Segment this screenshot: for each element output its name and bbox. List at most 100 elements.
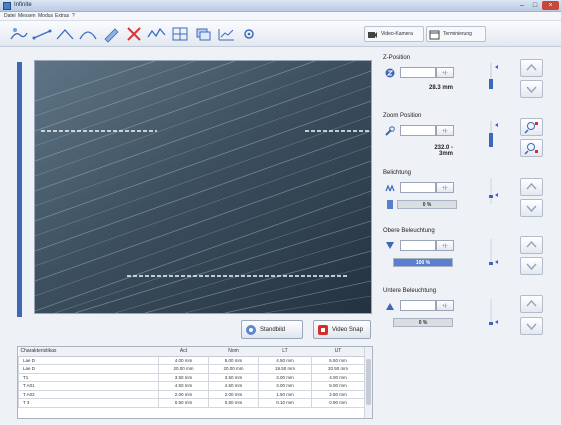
table-cell: 0.90 mm: [311, 398, 365, 408]
edit-tool-icon[interactable]: [100, 25, 122, 43]
tab-terminierung[interactable]: Terminierung: [426, 26, 486, 42]
table-scrollbar[interactable]: [364, 347, 372, 418]
z-position-title: Z-Position: [383, 55, 411, 61]
exposure-icon: [385, 184, 395, 192]
video-snap-button[interactable]: Video Snap: [313, 320, 371, 339]
title-bar[interactable]: Infinite – □ ×: [0, 0, 561, 12]
column-header[interactable]: Charakteristikas: [18, 347, 159, 357]
column-header[interactable]: Nom: [208, 347, 259, 357]
upper-light-down-button[interactable]: [520, 257, 543, 275]
lower-light-up-button[interactable]: [520, 295, 543, 313]
measure-arc-icon[interactable]: [77, 25, 99, 43]
z-up-button[interactable]: [520, 59, 543, 77]
video-snap-label: Video Snap: [332, 327, 363, 333]
table-cell: 4.00 mm: [158, 355, 209, 365]
maximize-button[interactable]: □: [529, 1, 541, 10]
table-cell: T 3: [18, 398, 159, 408]
tab-label: Terminierung: [443, 31, 472, 37]
left-splitter[interactable]: [17, 62, 22, 317]
lower-light-icon: [386, 303, 394, 310]
toolbar: Video-Kamera Terminierung: [0, 21, 561, 47]
table-row[interactable]: T 3 0.50 mm 0.50 mm 0.10 mm 0.90 mm: [18, 398, 365, 408]
upper-light-spinner[interactable]: +|-: [436, 240, 454, 251]
z-position-slider[interactable]: [483, 61, 503, 91]
camera-view[interactable]: [34, 60, 372, 314]
calendar-icon: [429, 30, 440, 40]
table-row[interactable]: Lae D 20.00 mm 20.00 mm 19.50 mm 20.50 m…: [18, 364, 365, 374]
record-icon: [318, 325, 328, 335]
lower-light-input[interactable]: [400, 300, 436, 311]
z-position-input[interactable]: [400, 67, 436, 78]
menu-help[interactable]: ?: [72, 13, 75, 19]
zoom-in-button[interactable]: [520, 118, 543, 136]
exposure-spinner[interactable]: +|-: [436, 182, 454, 193]
menu-modus[interactable]: Modus: [38, 13, 53, 19]
menu-datei[interactable]: Datei: [4, 13, 16, 19]
table-cell: T1: [18, 372, 159, 382]
table-cell: 5.00 mm: [208, 355, 259, 365]
table-cell: 5.50 mm: [311, 355, 365, 365]
zoom-position-value: 232.0 - 3mm: [434, 145, 453, 157]
measure-angle-icon[interactable]: [54, 25, 76, 43]
measure-distance-icon[interactable]: [31, 25, 53, 43]
lower-light-spinner[interactable]: +|-: [436, 300, 454, 311]
table-cell: 2.00 mm: [158, 389, 209, 399]
zoom-position-input[interactable]: [400, 125, 436, 136]
app-icon: [3, 2, 11, 10]
upper-light-up-button[interactable]: [520, 236, 543, 254]
exposure-indicator: [387, 200, 393, 209]
upper-light-icon: [386, 242, 394, 249]
column-header[interactable]: LT: [258, 347, 312, 357]
close-button[interactable]: ×: [542, 1, 559, 10]
delete-tool-icon[interactable]: [123, 25, 145, 43]
table-cell: 0.10 mm: [258, 398, 312, 408]
exposure-slider[interactable]: [483, 176, 503, 206]
window-title: Infinite: [14, 2, 32, 8]
table-row[interactable]: T A02 2.00 mm 2.00 mm 1.50 mm 2.50 mm: [18, 389, 365, 399]
upper-light-title: Obere Beleuchtung: [383, 228, 435, 234]
exposure-input[interactable]: [400, 182, 436, 193]
menu-messen[interactable]: Messen: [18, 13, 36, 19]
z-position-spinner[interactable]: +|-: [436, 67, 454, 78]
table-cell: Lae D: [18, 355, 159, 365]
column-header[interactable]: UT: [311, 347, 365, 357]
profile-tool-icon[interactable]: [146, 25, 168, 43]
upper-light-level-bar: 100 %: [393, 258, 453, 267]
tab-label: Video-Kamera: [381, 31, 413, 37]
tab-video-kamera[interactable]: Video-Kamera: [364, 26, 424, 42]
table-row[interactable]: T A01 4.50 mm 4.50 mm 3.00 mm 5.00 mm: [18, 381, 365, 391]
table-cell: 5.00 mm: [311, 381, 365, 391]
lower-light-title: Untere Beleuchtung: [383, 288, 437, 294]
exposure-down-button[interactable]: [520, 199, 543, 217]
lower-light-down-button[interactable]: [520, 317, 543, 335]
grid-tool-icon[interactable]: [169, 25, 191, 43]
column-header[interactable]: Act: [158, 347, 209, 357]
menu-extras[interactable]: Extras: [55, 13, 69, 19]
characteristics-table: Charakteristikas Act Nom LT UT Lae D 4.0…: [17, 346, 373, 419]
upper-light-input[interactable]: [400, 240, 436, 251]
upper-light-slider[interactable]: [483, 237, 503, 267]
focus-stack-icon[interactable]: [192, 25, 214, 43]
zoom-tool-icon[interactable]: [8, 25, 30, 43]
standbild-button[interactable]: Standbild: [241, 320, 303, 339]
zoom-position-slider[interactable]: [483, 119, 503, 149]
table-row[interactable]: T1 3.50 mm 3.50 mm 3.00 mm 4.00 mm: [18, 372, 365, 382]
z-down-button[interactable]: [520, 80, 543, 98]
zoom-out-button[interactable]: [520, 139, 543, 157]
zoom-position-spinner[interactable]: +|-: [436, 125, 454, 136]
scrollbar-thumb[interactable]: [366, 359, 371, 405]
table-cell: 0.50 mm: [208, 398, 259, 408]
table-cell: 1.50 mm: [258, 389, 312, 399]
settings-tool-icon[interactable]: [238, 25, 260, 43]
table-cell: 2.00 mm: [208, 389, 259, 399]
minimize-button[interactable]: –: [516, 1, 528, 10]
chart-tool-icon[interactable]: [215, 25, 237, 43]
lower-light-slider[interactable]: [483, 297, 503, 327]
zoom-icon: [385, 126, 395, 136]
table-cell: 3.50 mm: [158, 372, 209, 382]
table-row[interactable]: Lae D 4.00 mm 5.00 mm 4.50 mm 5.50 mm: [18, 355, 365, 365]
table-cell: 4.50 mm: [258, 355, 312, 365]
z-position-value: 28.3 mm: [428, 85, 453, 91]
exposure-up-button[interactable]: [520, 178, 543, 196]
collapse-arrow-icon[interactable]: ▸: [19, 135, 22, 142]
